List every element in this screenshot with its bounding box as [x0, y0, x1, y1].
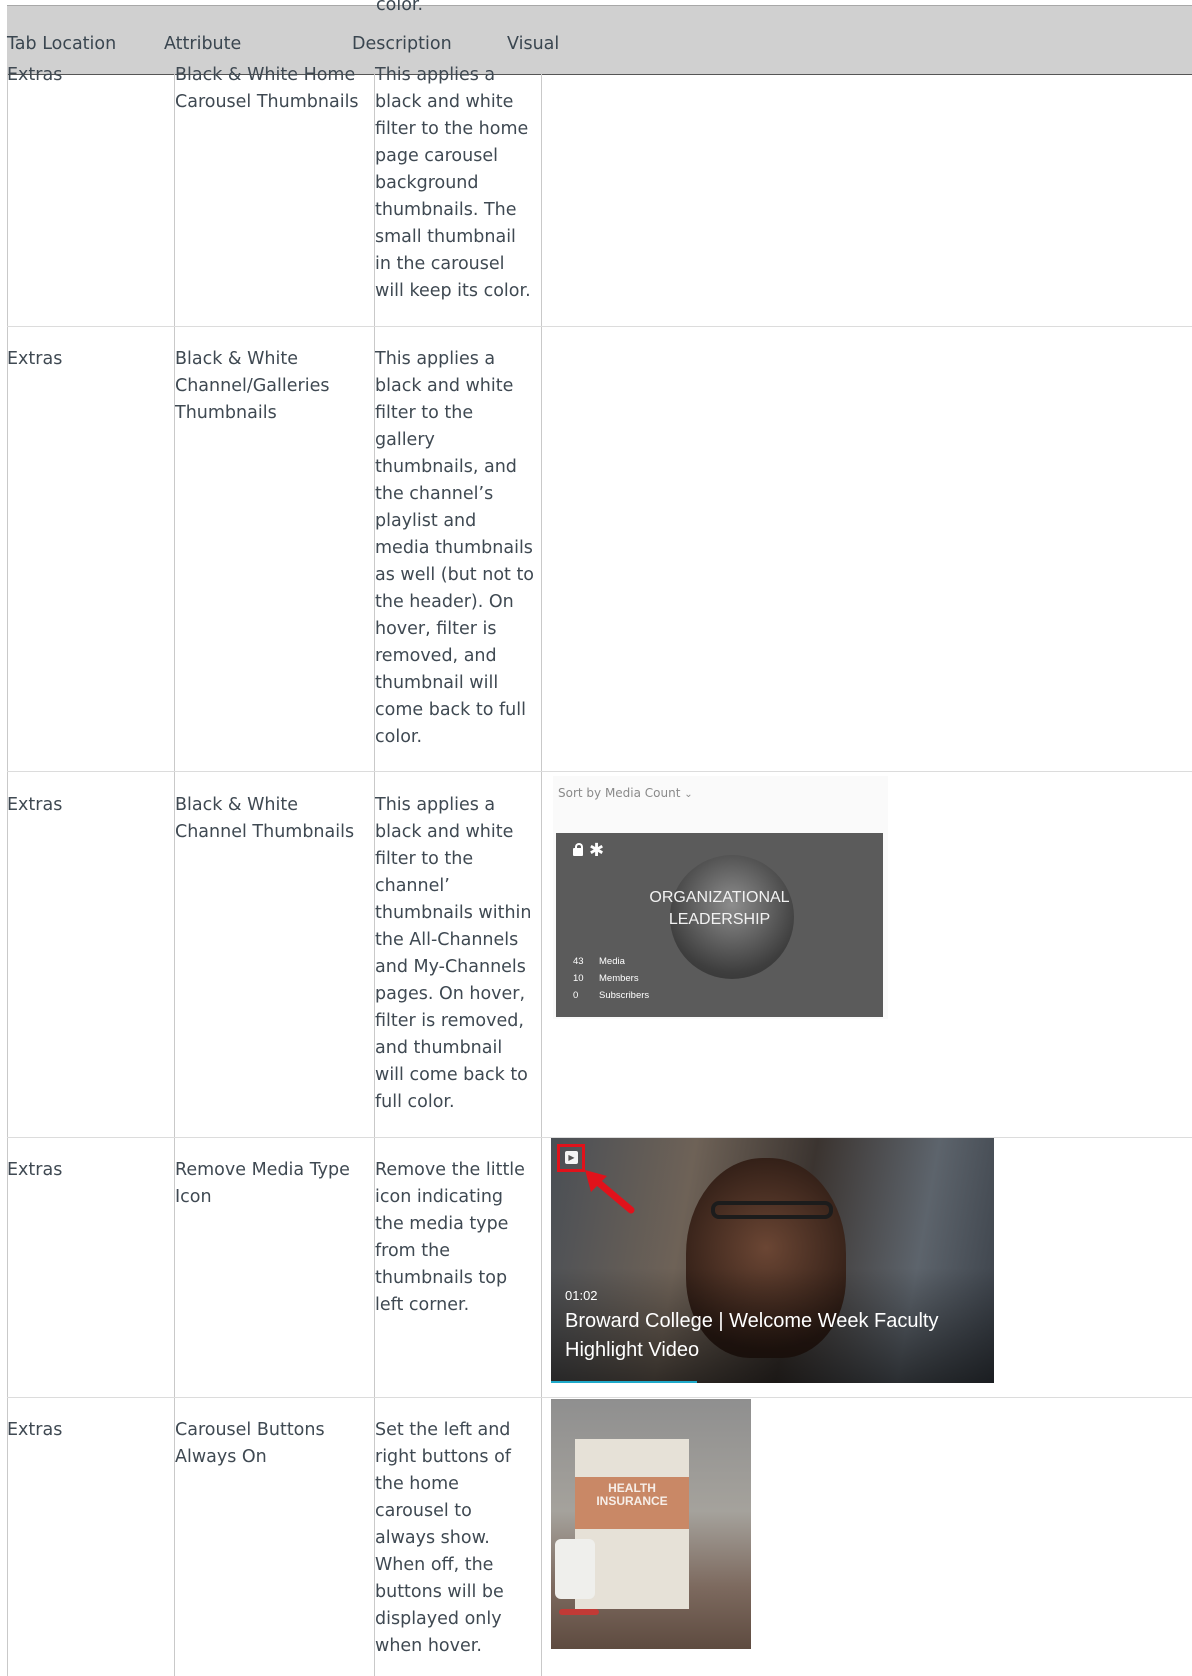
sort-dropdown: Sort by Media Count ⌄	[558, 786, 693, 800]
column-divider	[541, 73, 542, 1676]
overflow-text: color.	[376, 0, 424, 15]
youtube-icon[interactable]: ▶	[565, 1151, 578, 1164]
description-cell: This applies a black and white filter to…	[375, 65, 531, 301]
sort-label: Sort by Media Count	[558, 786, 681, 800]
stat-members: 10 Members	[573, 973, 639, 984]
attribute-cell: Carousel Buttons Always On	[175, 1420, 325, 1467]
media-title[interactable]: Broward College | Welcome Week Faculty H…	[565, 1307, 939, 1365]
lock-shackle	[575, 843, 583, 850]
tab-location-cell: Extras	[7, 65, 63, 85]
channel-card: ✱ ORGANIZATIONAL LEADERSHIP 43 Media 10 Me…	[556, 833, 883, 1017]
media-thumbnail-visual: ▶ 01:02 Broward College | Welcome Week F…	[551, 1138, 994, 1383]
column-header-attribute: Attribute	[164, 34, 242, 54]
tab-location-cell: Extras	[7, 1420, 63, 1440]
row-divider	[7, 1397, 1192, 1398]
column-header-tab-location: Tab Location	[7, 34, 117, 54]
arrow-annotation	[585, 1170, 635, 1214]
stat-media: 43 Media	[573, 956, 625, 967]
tab-location-cell: Extras	[7, 1160, 63, 1180]
attribute-cell: Black & White Home Carousel Thumbnails	[175, 65, 359, 112]
channel-thumbnail-visual: Sort by Media Count ⌄ ✱ ORGANIZATIONAL L…	[553, 776, 888, 1019]
attribute-cell: Black & White Channel Thumbnails	[175, 795, 355, 842]
asterisk-icon: ✱	[589, 840, 605, 861]
channel-stats: 43 Media 10 Members 0 Subscribers	[573, 953, 649, 1004]
stat-subscribers: 0 Subscribers	[573, 990, 650, 1001]
attribute-cell: Black & White Channel/Galleries Thumbnai…	[175, 349, 330, 423]
progress-bar	[551, 1381, 697, 1383]
media-duration: 01:02	[565, 1288, 598, 1303]
pill-bottle	[555, 1539, 595, 1599]
banner-text: HEALTH INSURANCE	[596, 1481, 668, 1508]
column-header-description: Description	[352, 34, 452, 54]
channel-title: ORGANIZATIONAL LEADERSHIP	[649, 889, 790, 928]
row-divider	[7, 326, 1192, 327]
stethoscope	[559, 1609, 599, 1615]
description-cell: This applies a black and white filter to…	[375, 349, 535, 747]
description-cell: This applies a black and white filter to…	[375, 795, 532, 1112]
eyeglasses	[711, 1201, 833, 1219]
column-header-visual: Visual	[507, 34, 560, 54]
description-cell: Set the left and right buttons of the ho…	[375, 1420, 511, 1656]
attribute-cell: Remove Media Type Icon	[175, 1160, 350, 1207]
row-divider	[7, 771, 1192, 772]
carousel-thumbnail-visual: HEALTH INSURANCE	[551, 1399, 751, 1649]
tab-location-cell: Extras	[7, 795, 63, 815]
tab-location-cell: Extras	[7, 349, 63, 369]
chevron-down-icon: ⌄	[684, 789, 693, 800]
description-cell: Remove the little icon indicating the me…	[375, 1160, 525, 1315]
